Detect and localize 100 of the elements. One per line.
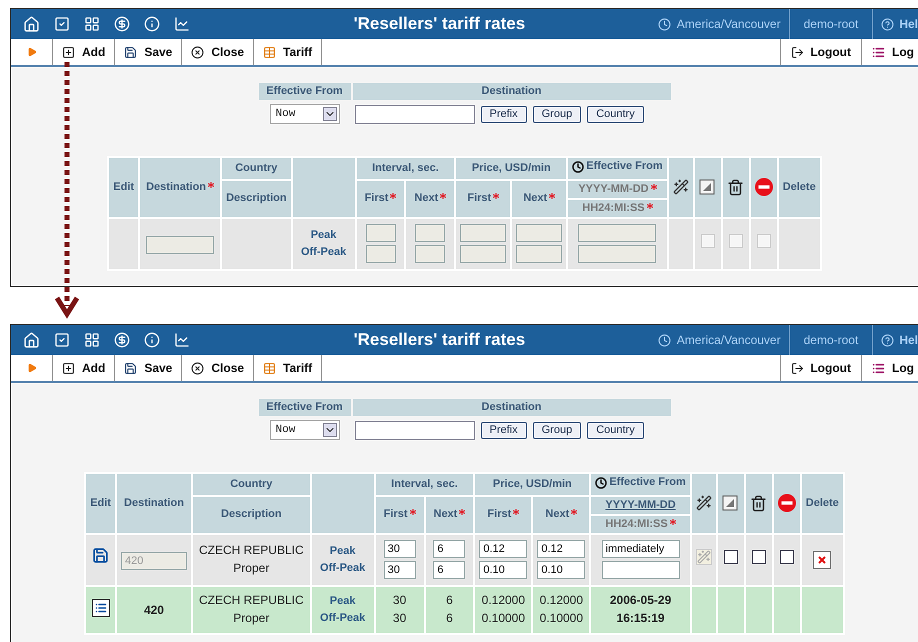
checkbox[interactable] [780, 550, 794, 564]
table-text: Peak [330, 594, 356, 608]
destination-field[interactable] [354, 420, 474, 440]
help-icon[interactable] [881, 18, 894, 30]
column-header: Effective From [568, 158, 667, 178]
close-icon [191, 46, 204, 58]
home-icon[interactable] [23, 332, 40, 348]
grid-icon[interactable] [84, 16, 100, 32]
toolbar-button[interactable]: Save [115, 355, 182, 381]
log-button[interactable]: Log [862, 355, 918, 381]
timezone-link[interactable]: America/Vancouver [676, 331, 781, 349]
resize-icon[interactable] [698, 179, 715, 196]
input-field[interactable]: 0.10 [537, 561, 586, 579]
input-field[interactable] [602, 561, 680, 579]
formula-icon[interactable] [672, 179, 689, 196]
column-header: First [475, 496, 532, 532]
window-title: 'Resellers' tariff rates [352, 13, 526, 36]
dollar-icon[interactable] [114, 332, 130, 348]
filter-button[interactable]: Country [587, 106, 644, 122]
trash-icon[interactable] [750, 494, 767, 512]
filter-button[interactable]: Group [532, 106, 582, 122]
clock-icon [658, 334, 671, 346]
play-icon[interactable] [26, 363, 36, 373]
input-field[interactable]: 6 [433, 561, 466, 579]
user-link[interactable]: demo-root [790, 331, 872, 349]
clock-icon [572, 160, 584, 172]
toolbar-button[interactable]: Add [53, 39, 116, 65]
toolbar-button[interactable]: Save [115, 39, 182, 65]
delete-button[interactable] [813, 550, 832, 568]
chevron-down-icon [322, 423, 336, 437]
table-text: 6 [446, 593, 453, 608]
chart-icon[interactable] [174, 332, 190, 348]
logout-button[interactable]: Logout [780, 355, 862, 381]
table-text: CZECH REPUBLIC [198, 543, 304, 558]
clock-icon [658, 18, 671, 30]
toolbar-button[interactable]: Close [182, 355, 254, 381]
resize-icon[interactable] [722, 495, 738, 512]
input-field[interactable]: 0.12 [479, 540, 528, 558]
stop-icon[interactable] [754, 178, 773, 196]
home-icon[interactable] [23, 16, 40, 32]
save-icon [92, 547, 110, 564]
effective-from-select[interactable]: Now [270, 420, 340, 440]
toolbar-button[interactable]: Tariff [254, 39, 322, 65]
column-header: Next [406, 180, 454, 216]
list-icon [94, 602, 107, 614]
table-text: 2006-05-29 [610, 593, 672, 608]
column-header: Description [192, 496, 310, 532]
effective-from-select[interactable]: Now [270, 104, 340, 124]
chart-icon[interactable] [174, 16, 190, 32]
required-icon [549, 193, 556, 199]
stop-icon[interactable] [778, 494, 796, 512]
play-icon[interactable] [26, 47, 36, 57]
filter-button[interactable]: Prefix [480, 106, 527, 122]
clock-icon [595, 476, 608, 488]
info-icon[interactable] [144, 332, 160, 348]
required-icon [513, 509, 520, 515]
table-text: CZECH REPUBLIC [198, 593, 304, 608]
input-field[interactable]: 6 [433, 540, 466, 558]
table-icon [263, 362, 276, 374]
formula-icon[interactable] [696, 495, 712, 512]
check-icon[interactable] [54, 16, 70, 32]
toolbar-button[interactable]: Close [182, 39, 254, 65]
log-button[interactable]: Log [862, 39, 918, 65]
toolbar-button[interactable]: Add [53, 355, 116, 381]
trash-icon[interactable] [726, 178, 744, 196]
check-icon[interactable] [54, 332, 70, 348]
grid-icon[interactable] [84, 332, 100, 348]
save-icon [124, 46, 138, 58]
user-link[interactable]: demo-root [790, 15, 872, 33]
table-text: Off-Peak [300, 245, 346, 259]
help-link[interactable]: Hel [899, 15, 918, 33]
timezone-link[interactable]: America/Vancouver [676, 15, 781, 33]
input-field[interactable]: 30 [384, 540, 416, 558]
logout-button[interactable]: Logout [780, 39, 862, 65]
input-field[interactable]: 30 [384, 561, 416, 579]
table-text: Peak [310, 228, 336, 242]
filter-button[interactable]: Country [587, 422, 644, 438]
required-icon [571, 509, 578, 515]
column-header: Interval, sec. [376, 474, 474, 494]
input-field[interactable]: 0.12 [537, 540, 586, 558]
checkbox[interactable] [752, 550, 766, 564]
edit-row-button[interactable] [92, 598, 110, 616]
info-icon[interactable] [144, 16, 160, 32]
destination-field[interactable] [354, 104, 474, 124]
column-header: Destination [352, 399, 670, 416]
filter-button[interactable]: Group [532, 422, 582, 438]
checkbox[interactable] [724, 550, 738, 564]
input-field[interactable]: 0.10 [479, 561, 528, 579]
column-header: Country [192, 474, 310, 494]
required-icon [493, 193, 500, 199]
input-field[interactable]: immediately [602, 540, 680, 558]
help-link[interactable]: Hel [899, 331, 918, 349]
column-header: HH24:MI:SS [568, 200, 667, 216]
help-icon[interactable] [881, 334, 894, 346]
required-icon [410, 509, 416, 515]
toolbar-button[interactable]: Tariff [254, 355, 322, 381]
column-header: Price, USD/min [475, 474, 590, 494]
dollar-icon[interactable] [114, 16, 130, 32]
filter-button[interactable]: Prefix [480, 422, 527, 438]
save-row-button[interactable] [92, 547, 110, 564]
